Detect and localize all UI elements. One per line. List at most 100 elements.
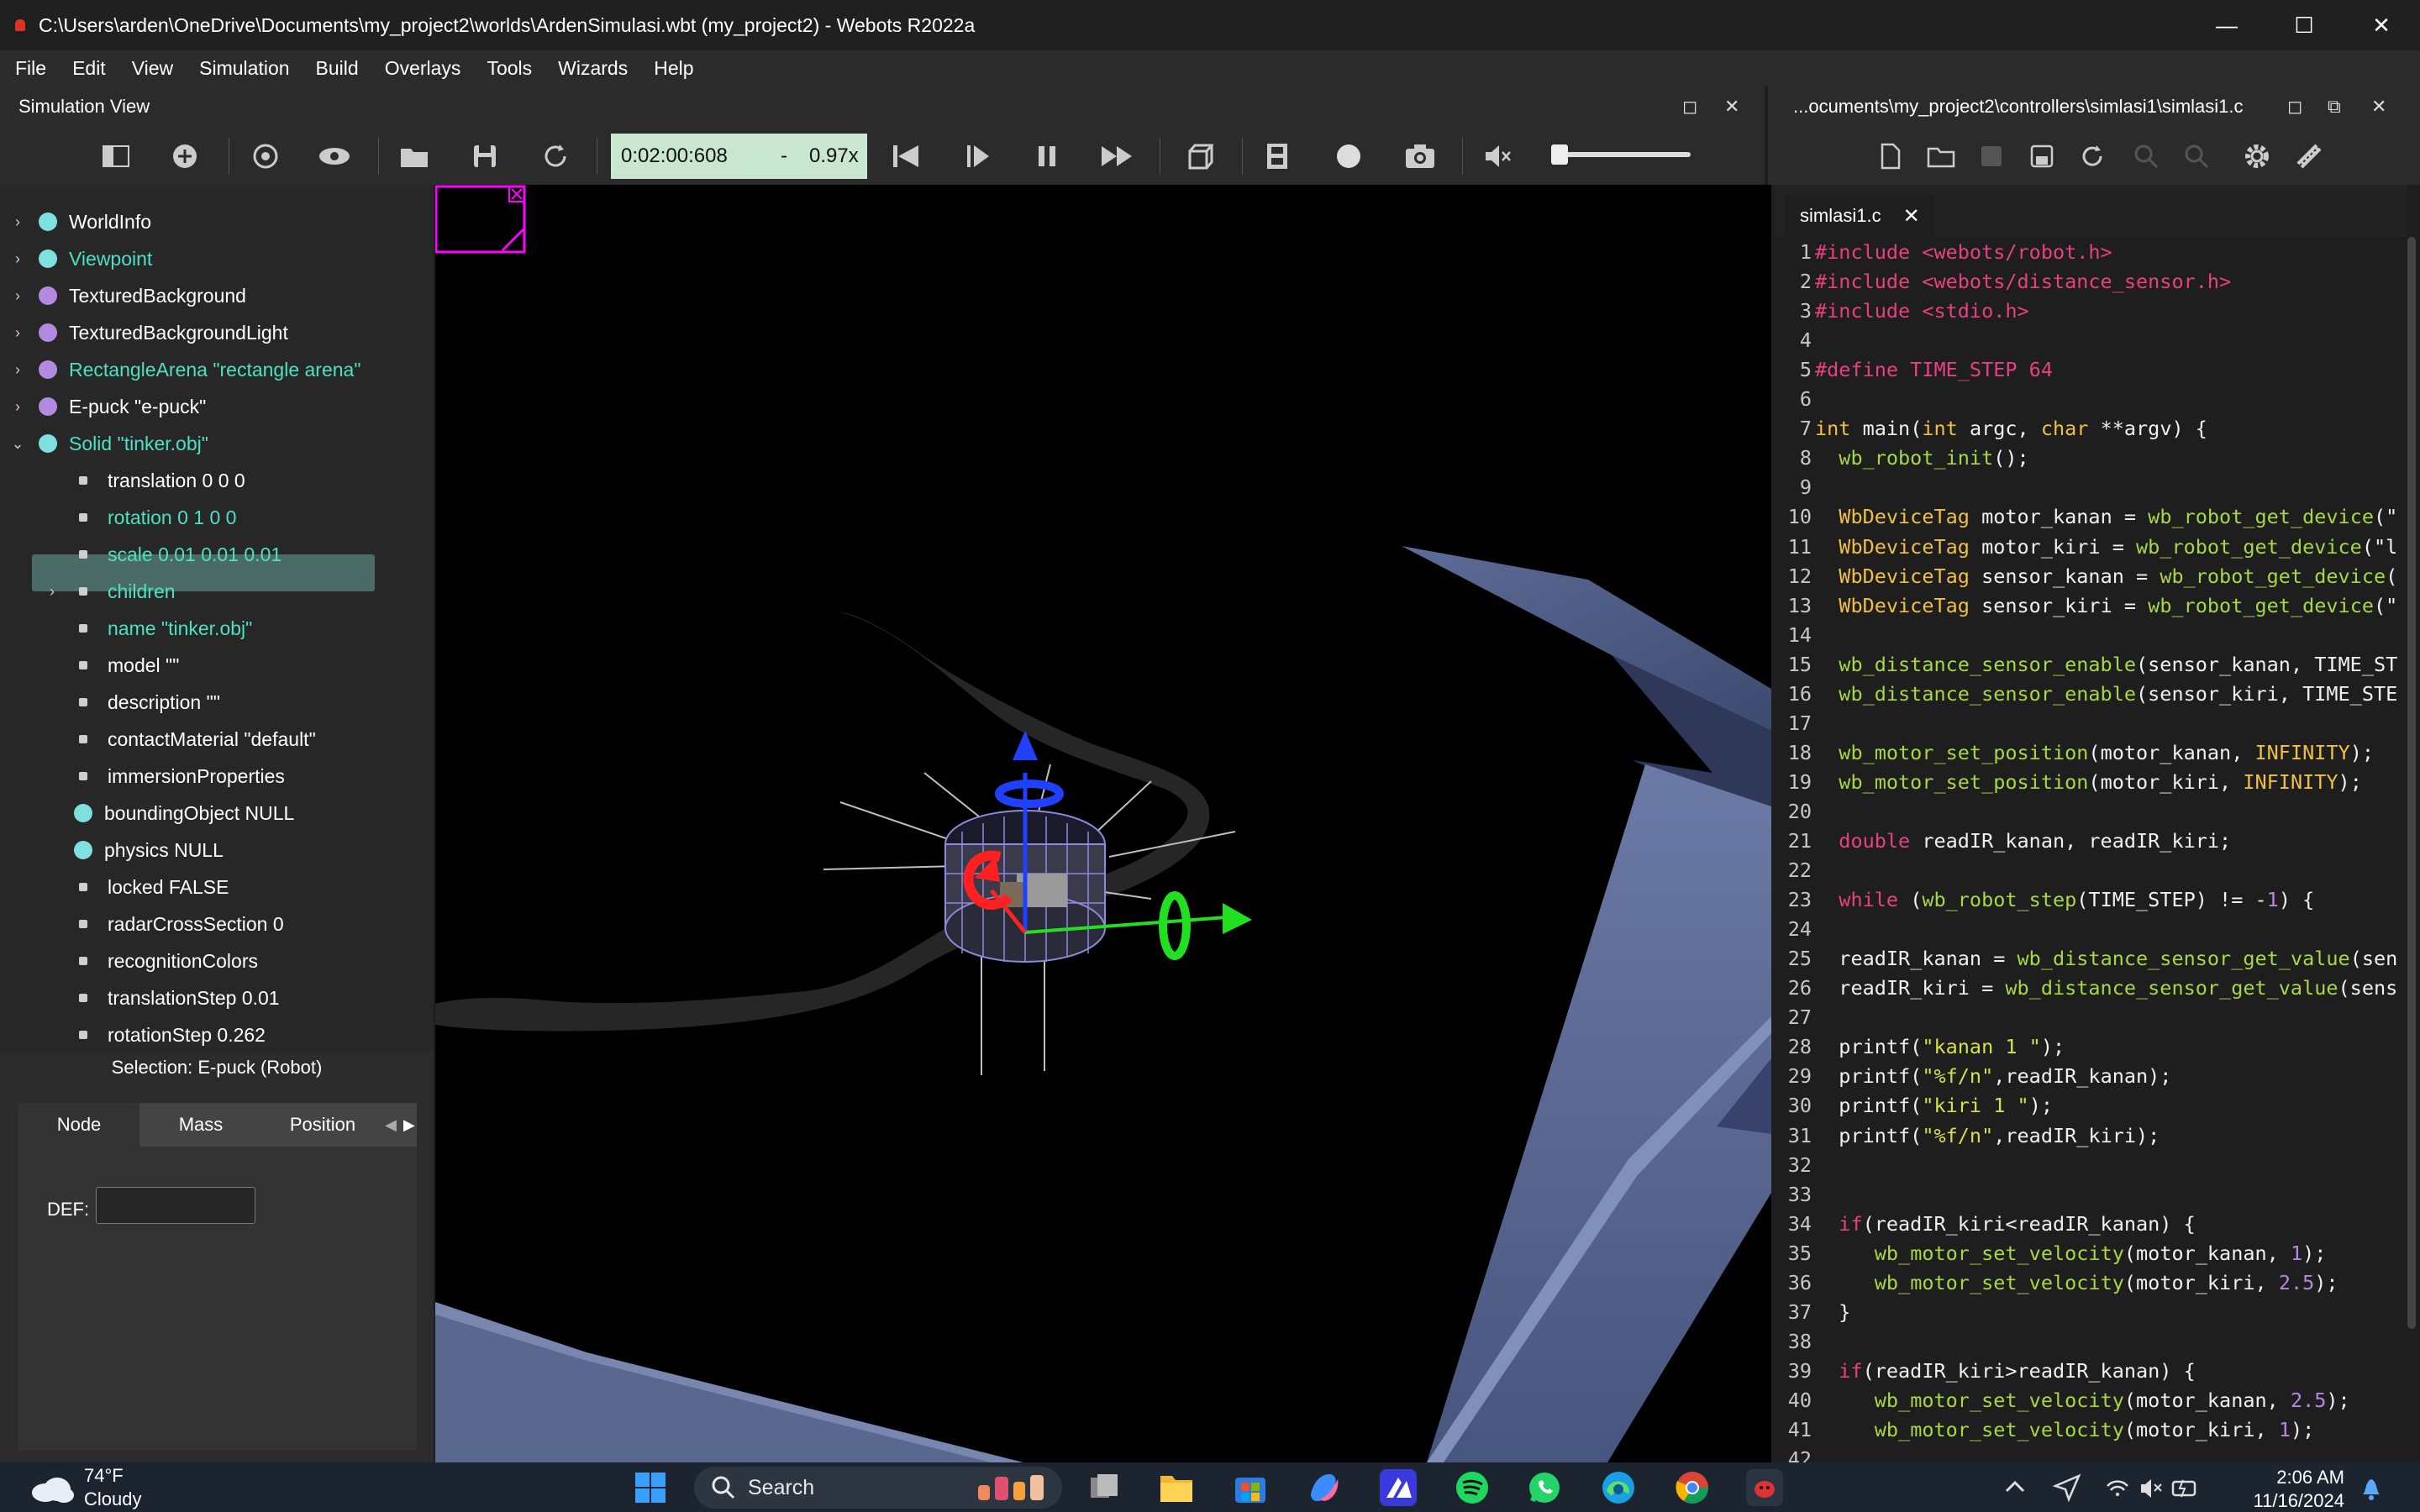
editor-scrollbar[interactable]: [2403, 237, 2420, 1462]
field-name[interactable]: name "tinker.obj": [74, 610, 252, 647]
code-line[interactable]: 40 wb_motor_set_velocity(motor_kanan, 2.…: [1775, 1387, 2350, 1414]
save-file-icon[interactable]: [1975, 139, 2008, 173]
save-all-icon[interactable]: [2025, 139, 2059, 173]
code-line[interactable]: 30 printf("kiri 1 ");: [1775, 1092, 2053, 1119]
field-children[interactable]: › children: [44, 573, 176, 610]
system-tray-icons[interactable]: [2101, 1469, 2202, 1506]
movie-icon[interactable]: [1260, 139, 1294, 173]
code-line[interactable]: 21 double readIR_kanan, readIR_kiri;: [1775, 827, 2232, 854]
volume-slider[interactable]: [1551, 144, 1691, 165]
record-icon[interactable]: [1332, 139, 1365, 173]
toggle-scene-tree-icon[interactable]: [99, 139, 133, 173]
code-line[interactable]: 20: [1775, 798, 1815, 825]
menu-wizards[interactable]: Wizards: [548, 57, 638, 80]
menu-build[interactable]: Build: [306, 57, 369, 80]
menu-simulation[interactable]: Simulation: [189, 57, 299, 80]
expand-arrow-icon[interactable]: ›: [8, 361, 27, 379]
menu-file[interactable]: File: [5, 57, 56, 80]
code-line[interactable]: 6: [1775, 386, 1815, 412]
field-recognitioncolors[interactable]: recognitionColors: [74, 942, 258, 979]
code-line[interactable]: 12 WbDeviceTag sensor_kanan = wb_robot_g…: [1775, 563, 2398, 590]
notification-bell-icon[interactable]: [2354, 1469, 2388, 1506]
menu-overlays[interactable]: Overlays: [375, 57, 471, 80]
edge-icon[interactable]: [1600, 1469, 1637, 1506]
minimize-button[interactable]: —: [2188, 0, 2265, 50]
reset-simulation-icon[interactable]: [889, 139, 923, 173]
tree-item-solid-tinker[interactable]: ⌄ Solid "tinker.obj": [8, 425, 208, 462]
save-world-icon[interactable]: [468, 139, 502, 173]
menu-view[interactable]: View: [122, 57, 183, 80]
close-dock-icon[interactable]: ✕: [1724, 96, 1739, 118]
code-line[interactable]: 35 wb_motor_set_velocity(motor_kanan, 1)…: [1775, 1240, 2327, 1267]
tab-mass[interactable]: Mass: [139, 1103, 262, 1147]
code-line[interactable]: 41 wb_motor_set_velocity(motor_kiri, 1);: [1775, 1416, 2315, 1443]
tab-scroll-left-icon[interactable]: ◀: [385, 1103, 397, 1147]
step-icon[interactable]: [961, 139, 995, 173]
maximize-button[interactable]: ☐: [2265, 0, 2343, 50]
whatsapp-icon[interactable]: [1526, 1469, 1563, 1506]
def-input[interactable]: [96, 1187, 255, 1224]
expand-arrow-icon[interactable]: ›: [8, 287, 27, 305]
field-model[interactable]: model "": [74, 647, 179, 684]
code-line[interactable]: 38: [1775, 1328, 1815, 1355]
code-line[interactable]: 19 wb_motor_set_position(motor_kiri, INF…: [1775, 769, 2362, 795]
build-settings-gear-icon[interactable]: [2240, 139, 2274, 173]
task-view-icon[interactable]: [1086, 1469, 1123, 1506]
tree-item-viewpoint[interactable]: › Viewpoint: [8, 240, 152, 277]
taskbar-clock[interactable]: 2:06 AM 11/16/2024: [2254, 1466, 2344, 1512]
code-line[interactable]: 34 if(readIR_kiri<readIR_kanan) {: [1775, 1210, 2196, 1237]
weather-widget[interactable]: 74°F Cloudy: [29, 1462, 141, 1512]
menu-tools[interactable]: Tools: [476, 57, 542, 80]
reload-world-icon[interactable]: [539, 139, 572, 173]
field-rotation[interactable]: rotation 0 1 0 0: [74, 499, 236, 536]
code-line[interactable]: 5 #define TIME_STEP 64: [1775, 356, 2053, 383]
editor-float-icon[interactable]: ◻: [2287, 96, 2302, 118]
field-boundingobject[interactable]: boundingObject NULL: [74, 795, 294, 832]
editor-restore-icon[interactable]: ⧉: [2328, 96, 2341, 118]
chrome-icon[interactable]: [1674, 1469, 1711, 1506]
code-line[interactable]: 11 WbDeviceTag motor_kiri = wb_robot_get…: [1775, 533, 2398, 560]
expand-arrow-icon[interactable]: ›: [8, 398, 27, 416]
code-line[interactable]: 4: [1775, 327, 1815, 354]
code-line[interactable]: 3 #include <stdio.h>: [1775, 297, 2029, 324]
rendering-icon[interactable]: [1182, 139, 1216, 173]
3d-simulation-view[interactable]: [435, 185, 1771, 1462]
code-line[interactable]: 42: [1775, 1446, 1815, 1462]
field-locked[interactable]: locked FALSE: [74, 869, 229, 906]
tab-close-icon[interactable]: ✕: [1903, 204, 1920, 228]
copilot-icon[interactable]: [1306, 1469, 1343, 1506]
tab-position[interactable]: Position: [262, 1103, 383, 1147]
tab-scroll-right-icon[interactable]: ▶: [403, 1103, 415, 1147]
reset-viewpoint-icon[interactable]: [249, 139, 282, 173]
code-line[interactable]: 39 if(readIR_kiri>readIR_kanan) {: [1775, 1357, 2196, 1384]
code-line[interactable]: 1 #include <webots/robot.h>: [1775, 239, 2112, 265]
field-scale[interactable]: scale 0.01 0.01 0.01: [74, 536, 281, 573]
expand-arrow-icon[interactable]: ›: [8, 324, 27, 342]
code-line[interactable]: 29 printf("%f/n",readIR_kanan);: [1775, 1063, 2172, 1089]
code-editor[interactable]: 1 #include <webots/robot.h> 2 #include <web…: [1775, 237, 2407, 1462]
field-immersionproperties[interactable]: immersionProperties: [74, 758, 285, 795]
menu-help[interactable]: Help: [644, 57, 703, 80]
field-physics[interactable]: physics NULL: [74, 832, 224, 869]
code-line[interactable]: 2 #include <webots/distance_sensor.h>: [1775, 268, 2231, 295]
code-line[interactable]: 16 wb_distance_sensor_enable(sensor_kiri…: [1775, 680, 2398, 707]
code-line[interactable]: 37 }: [1775, 1299, 1851, 1326]
collapse-arrow-icon[interactable]: ⌄: [8, 435, 27, 453]
field-description[interactable]: description "": [74, 684, 220, 721]
field-radarcrosssection[interactable]: radarCrossSection 0: [74, 906, 284, 942]
code-line[interactable]: 8 wb_robot_init();: [1775, 444, 2029, 471]
show-hidden-icons-icon[interactable]: [1998, 1469, 2032, 1506]
webots-taskbar-icon[interactable]: [1746, 1469, 1783, 1506]
code-line[interactable]: 23 while (wb_robot_step(TIME_STEP) != -1…: [1775, 886, 2315, 913]
clean-broom-icon[interactable]: [2292, 139, 2326, 173]
code-line[interactable]: 24: [1775, 916, 1815, 942]
spotify-icon[interactable]: [1454, 1469, 1491, 1506]
code-line[interactable]: 22: [1775, 857, 1815, 884]
tab-node[interactable]: Node: [18, 1103, 139, 1147]
code-line[interactable]: 36 wb_motor_set_velocity(motor_kiri, 2.5…: [1775, 1269, 2338, 1296]
find-icon[interactable]: [2129, 139, 2163, 173]
code-line[interactable]: 9: [1775, 474, 1815, 501]
field-translation[interactable]: translation 0 0 0: [74, 462, 245, 499]
tree-item-texturedbackground[interactable]: › TexturedBackground: [8, 277, 246, 314]
fast-forward-icon[interactable]: [1100, 139, 1134, 173]
